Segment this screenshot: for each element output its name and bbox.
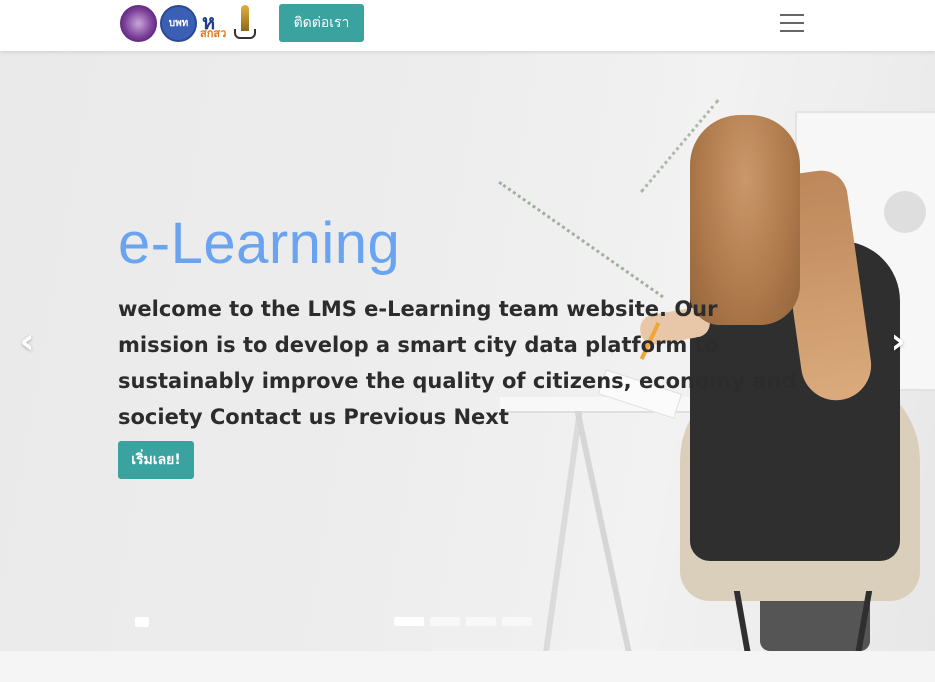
institution-emblem-logo [233, 5, 257, 41]
carousel-indicators [394, 617, 532, 626]
bpk-logo-text: บพท [168, 17, 189, 29]
carousel-indicator-1[interactable] [394, 617, 424, 626]
hamburger-icon[interactable] [772, 6, 812, 40]
hero-caption: e-Learning welcome to the LMS e-Learning… [118, 211, 808, 479]
sksw-logo-text: สกสว [200, 27, 227, 40]
logo-group[interactable]: บพท ห สกสว [120, 4, 257, 42]
university-seal-logo [120, 4, 157, 42]
start-button[interactable]: เริ่มเลย! [118, 441, 194, 479]
carousel-indicator-4[interactable] [502, 617, 532, 626]
hero-carousel: e-Learning welcome to the LMS e-Learning… [0, 51, 935, 651]
chevron-left-icon[interactable]: ‹ [12, 321, 42, 362]
sksw-logo: ห สกสว [200, 10, 227, 40]
contact-button[interactable]: ติดต่อเรา [279, 4, 364, 42]
carousel-indicator-3[interactable] [466, 617, 496, 626]
chevron-right-icon[interactable]: › [883, 321, 913, 362]
top-navbar: บพท ห สกสว ติดต่อเรา [0, 0, 935, 51]
bpk-logo: บพท [160, 4, 197, 42]
hero-description: welcome to the LMS e-Learning team websi… [118, 297, 797, 429]
page-section-start [0, 651, 935, 682]
carousel-marker [135, 617, 149, 627]
carousel-indicator-2[interactable] [430, 617, 460, 626]
hero-title: e-Learning [118, 211, 401, 276]
